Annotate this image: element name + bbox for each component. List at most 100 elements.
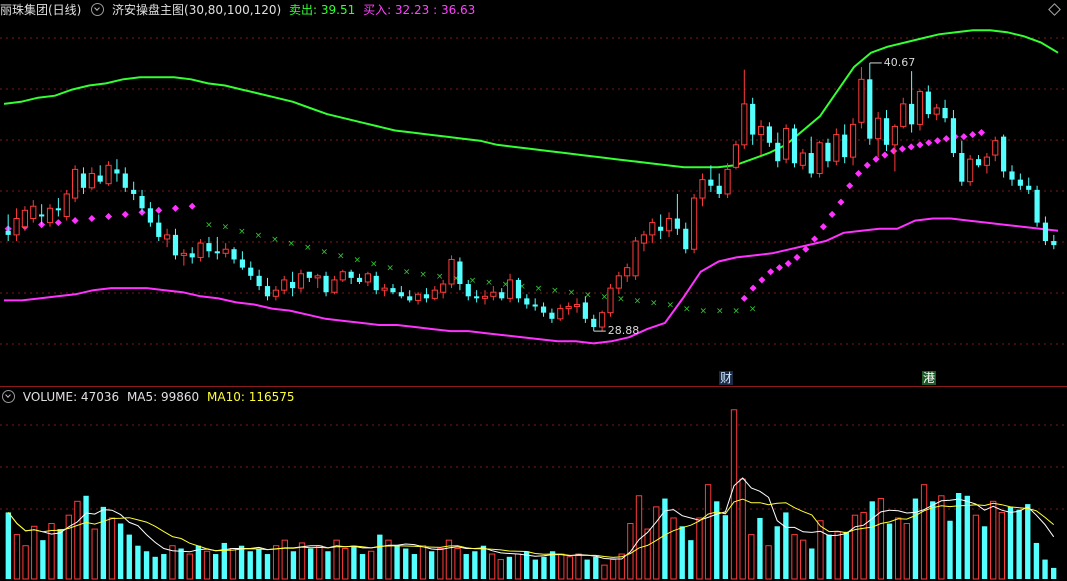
volume-bar (920, 484, 928, 580)
volume-bar (186, 553, 193, 580)
volume-bar (135, 545, 141, 579)
candle-body (30, 205, 37, 220)
volume-bar (126, 534, 132, 579)
volume-bar (238, 545, 245, 579)
volume-bar (584, 559, 590, 579)
candle-body (607, 287, 614, 314)
candle-body (757, 125, 765, 136)
sell-marker: × (403, 268, 411, 278)
candle-body (942, 107, 948, 119)
candle-body (46, 207, 54, 224)
candle-body (858, 78, 865, 123)
volume-chart-panel[interactable]: VOLUME: 47036 MA5: 99860 MA10: 116575 (0, 386, 1067, 581)
volume-bar (730, 409, 738, 580)
candle-body (825, 142, 831, 162)
candle-body (306, 271, 312, 278)
financial-report-tag[interactable]: 财 (719, 371, 734, 385)
candle-body (248, 267, 254, 276)
candle-body (599, 312, 606, 328)
volume-bar (13, 534, 21, 580)
volume-bar (1033, 542, 1040, 579)
volume-bar (143, 551, 150, 579)
candle-body (591, 318, 597, 328)
candle-body (1034, 189, 1040, 223)
candle-body (1042, 222, 1049, 242)
candle-body (540, 306, 547, 313)
candle-body (264, 286, 271, 297)
candle-body (180, 252, 187, 256)
buy-marker (71, 217, 79, 225)
volume-bar (454, 547, 461, 580)
candle-body (557, 308, 564, 320)
volume-bar (653, 506, 660, 580)
candle-body (490, 291, 497, 297)
candle-body (1017, 179, 1023, 186)
volume-bar (480, 545, 487, 579)
sell-marker: × (419, 270, 427, 280)
candle-body (582, 302, 588, 319)
candle-body (849, 123, 857, 158)
volume-bar (964, 495, 970, 579)
hk-connect-tag[interactable]: 港 (922, 371, 937, 385)
volume-bar (472, 551, 478, 579)
sell-marker: × (568, 288, 576, 298)
upper-band-line (3, 29, 1059, 169)
candle-body (975, 159, 982, 166)
volume-bar (783, 512, 789, 579)
candle-body (783, 127, 790, 160)
candle-body (348, 271, 354, 278)
candle-body (314, 275, 321, 279)
candle-body (481, 295, 489, 299)
sell-marker: × (321, 247, 329, 257)
candle-body (297, 273, 305, 289)
buy-marker (758, 276, 766, 284)
candle-body (691, 197, 698, 250)
sell-marker: × (205, 221, 213, 231)
candle-body (724, 168, 731, 195)
sell-marker: × (667, 300, 675, 310)
candle-body (741, 103, 748, 146)
candle-body (448, 258, 455, 285)
candle-body (356, 277, 363, 282)
volume-bar (221, 542, 227, 579)
lower-band-line (4, 217, 1059, 345)
volume-bar (367, 550, 375, 580)
sell-marker: × (370, 260, 378, 270)
volume-bar (679, 526, 685, 579)
volume-bar (549, 551, 556, 579)
candle-body (515, 279, 522, 299)
candle-body (414, 293, 422, 301)
volume-bar (593, 556, 599, 579)
candle-body (891, 125, 898, 146)
candle-body (499, 292, 505, 299)
volume-bar (947, 520, 953, 579)
sell-marker: × (288, 239, 296, 249)
volume-bar (22, 545, 29, 580)
volume-bar (601, 564, 608, 580)
buy-marker (898, 145, 906, 153)
candle-body (364, 273, 371, 283)
buy-marker (863, 161, 871, 169)
candle-body (131, 189, 137, 194)
buy-marker (54, 219, 62, 227)
sell-marker: × (337, 251, 345, 261)
candle-body (122, 173, 128, 188)
buy-marker (942, 135, 950, 143)
volume-bar (791, 534, 798, 580)
volume-bar (644, 528, 651, 580)
volume-bar (31, 525, 38, 580)
sell-marker: × (551, 286, 559, 296)
candle-body (474, 296, 480, 299)
volume-bar (834, 531, 841, 580)
sell-marker: × (304, 243, 312, 253)
candle-body (256, 275, 262, 287)
volume-bar (497, 559, 504, 580)
volume-bar (74, 500, 81, 580)
candle-body (916, 91, 924, 125)
volume-bar (860, 511, 867, 580)
candle-body (506, 279, 514, 299)
candle-body (1001, 136, 1007, 172)
sell-marker: × (436, 272, 444, 282)
candle-body (423, 294, 430, 299)
price-chart-panel[interactable]: 丽珠集团(日线) 济安操盘主图(30,80,100,120) 卖出: 39.51… (0, 0, 1067, 385)
